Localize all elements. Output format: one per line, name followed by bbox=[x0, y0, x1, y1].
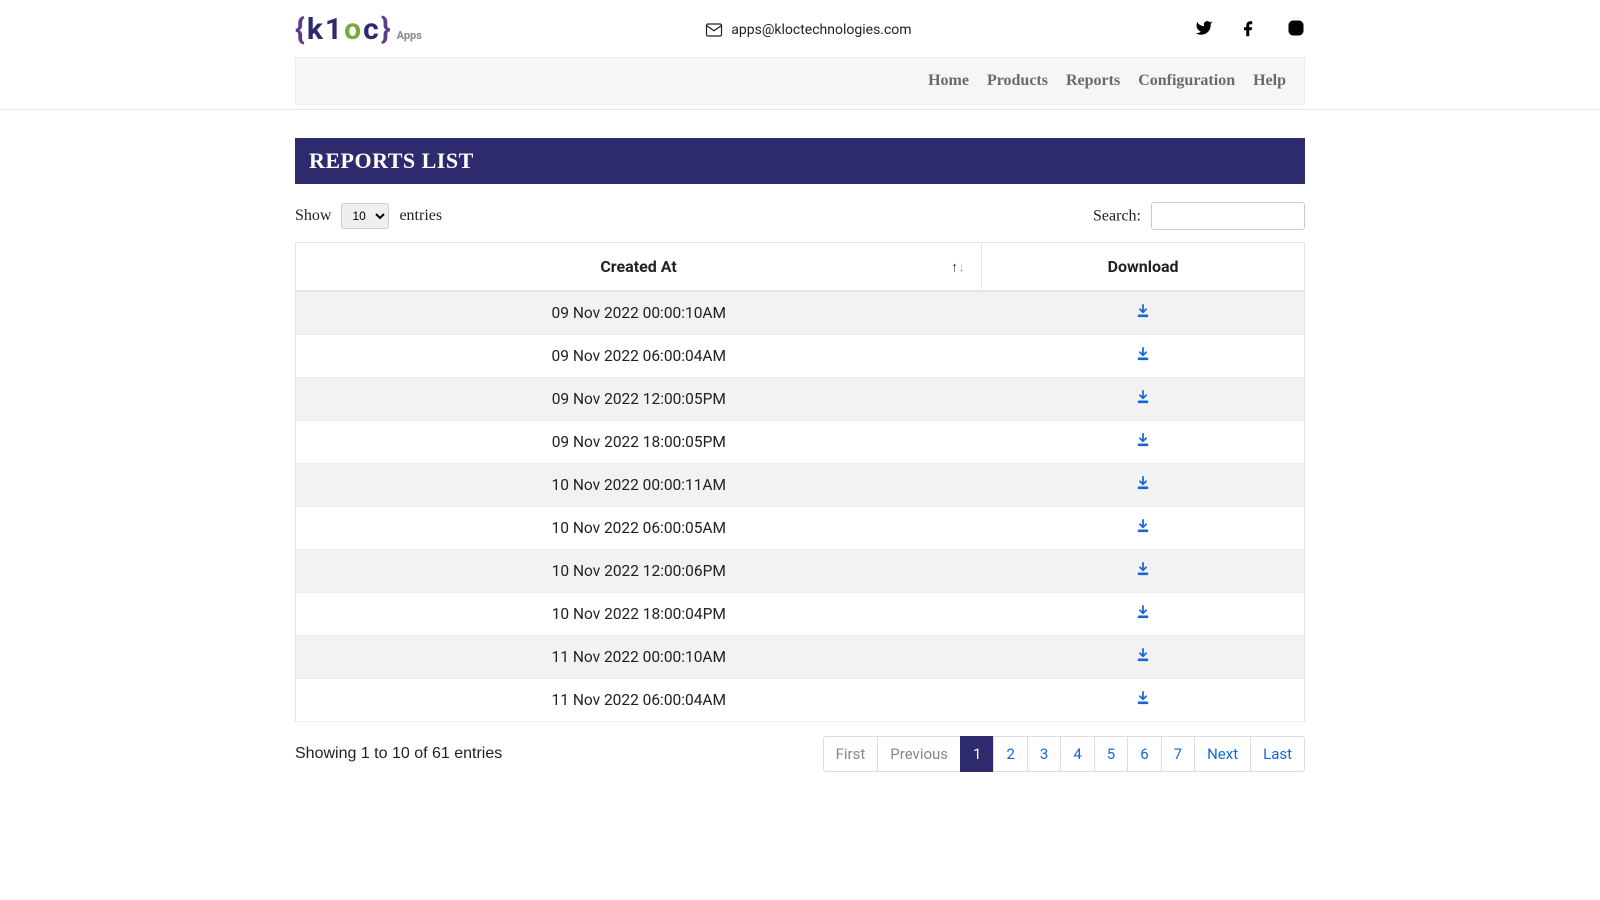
table-row: 09 Nov 2022 00:00:10AM bbox=[296, 291, 1305, 335]
page-first: First bbox=[823, 736, 879, 772]
page-4[interactable]: 4 bbox=[1060, 736, 1094, 772]
show-suffix: entries bbox=[399, 207, 442, 224]
nav-configuration[interactable]: Configuration bbox=[1138, 72, 1235, 90]
cell-created-at: 10 Nov 2022 12:00:06PM bbox=[296, 550, 982, 593]
cell-created-at: 10 Nov 2022 06:00:05AM bbox=[296, 507, 982, 550]
download-icon[interactable] bbox=[1136, 476, 1150, 490]
table-row: 11 Nov 2022 06:00:04AM bbox=[296, 679, 1305, 722]
page-6[interactable]: 6 bbox=[1127, 736, 1161, 772]
cell-created-at: 09 Nov 2022 06:00:04AM bbox=[296, 335, 982, 378]
search-label: Search: bbox=[1093, 208, 1141, 225]
entries-select[interactable]: 10 bbox=[341, 203, 389, 229]
cell-created-at: 10 Nov 2022 18:00:04PM bbox=[296, 593, 982, 636]
envelope-icon bbox=[705, 21, 723, 39]
nav-home[interactable]: Home bbox=[928, 72, 969, 90]
page-3[interactable]: 3 bbox=[1027, 736, 1061, 772]
table-row: 10 Nov 2022 00:00:11AM bbox=[296, 464, 1305, 507]
download-icon[interactable] bbox=[1136, 605, 1150, 619]
cell-created-at: 09 Nov 2022 18:00:05PM bbox=[296, 421, 982, 464]
download-icon[interactable] bbox=[1136, 519, 1150, 533]
instagram-icon[interactable] bbox=[1287, 19, 1305, 41]
nav-products[interactable]: Products bbox=[987, 72, 1048, 90]
page-2[interactable]: 2 bbox=[993, 736, 1027, 772]
pagination: FirstPrevious1234567NextLast bbox=[824, 736, 1305, 772]
cell-created-at: 11 Nov 2022 00:00:10AM bbox=[296, 636, 982, 679]
table-row: 09 Nov 2022 06:00:04AM bbox=[296, 335, 1305, 378]
cell-created-at: 11 Nov 2022 06:00:04AM bbox=[296, 679, 982, 722]
table-row: 09 Nov 2022 18:00:05PM bbox=[296, 421, 1305, 464]
download-icon[interactable] bbox=[1136, 433, 1150, 447]
length-control: Show 10 entries bbox=[295, 203, 442, 229]
facebook-icon[interactable] bbox=[1241, 19, 1259, 41]
search-control: Search: bbox=[1093, 202, 1305, 230]
download-icon[interactable] bbox=[1136, 347, 1150, 361]
column-created-at[interactable]: Created At ↑↓ bbox=[296, 243, 982, 292]
table-row: 09 Nov 2022 12:00:05PM bbox=[296, 378, 1305, 421]
download-icon[interactable] bbox=[1136, 691, 1150, 705]
page-next[interactable]: Next bbox=[1194, 736, 1251, 772]
cell-created-at: 09 Nov 2022 00:00:10AM bbox=[296, 291, 982, 335]
page-1[interactable]: 1 bbox=[960, 736, 994, 772]
page-last[interactable]: Last bbox=[1250, 736, 1305, 772]
download-icon[interactable] bbox=[1136, 648, 1150, 662]
twitter-icon[interactable] bbox=[1195, 19, 1213, 41]
page-title: REPORTS LIST bbox=[295, 138, 1305, 184]
page-previous: Previous bbox=[877, 736, 961, 772]
page-7[interactable]: 7 bbox=[1161, 736, 1195, 772]
contact-email[interactable]: apps@kloctechnologies.com bbox=[705, 21, 911, 39]
table-row: 10 Nov 2022 12:00:06PM bbox=[296, 550, 1305, 593]
cell-created-at: 09 Nov 2022 12:00:05PM bbox=[296, 378, 982, 421]
table-info: Showing 1 to 10 of 61 entries bbox=[295, 745, 502, 763]
nav-reports[interactable]: Reports bbox=[1066, 72, 1120, 90]
main-nav: Home Products Reports Configuration Help bbox=[295, 57, 1305, 105]
page-5[interactable]: 5 bbox=[1094, 736, 1128, 772]
show-prefix: Show bbox=[295, 207, 331, 224]
logo-subtext: Apps bbox=[397, 29, 422, 42]
table-row: 10 Nov 2022 18:00:04PM bbox=[296, 593, 1305, 636]
table-row: 11 Nov 2022 00:00:10AM bbox=[296, 636, 1305, 679]
divider bbox=[0, 109, 1600, 110]
contact-email-text: apps@kloctechnologies.com bbox=[731, 22, 911, 38]
table-row: 10 Nov 2022 06:00:05AM bbox=[296, 507, 1305, 550]
cell-created-at: 10 Nov 2022 00:00:11AM bbox=[296, 464, 982, 507]
reports-table: Created At ↑↓ Download 09 Nov 2022 00:00… bbox=[295, 242, 1305, 722]
logo[interactable]: {k1oc}Apps bbox=[295, 12, 422, 47]
sort-icon: ↑↓ bbox=[951, 258, 965, 275]
download-icon[interactable] bbox=[1136, 390, 1150, 404]
download-icon[interactable] bbox=[1136, 304, 1150, 318]
column-download[interactable]: Download bbox=[982, 243, 1305, 292]
download-icon[interactable] bbox=[1136, 562, 1150, 576]
search-input[interactable] bbox=[1151, 202, 1305, 230]
nav-help[interactable]: Help bbox=[1253, 72, 1286, 90]
